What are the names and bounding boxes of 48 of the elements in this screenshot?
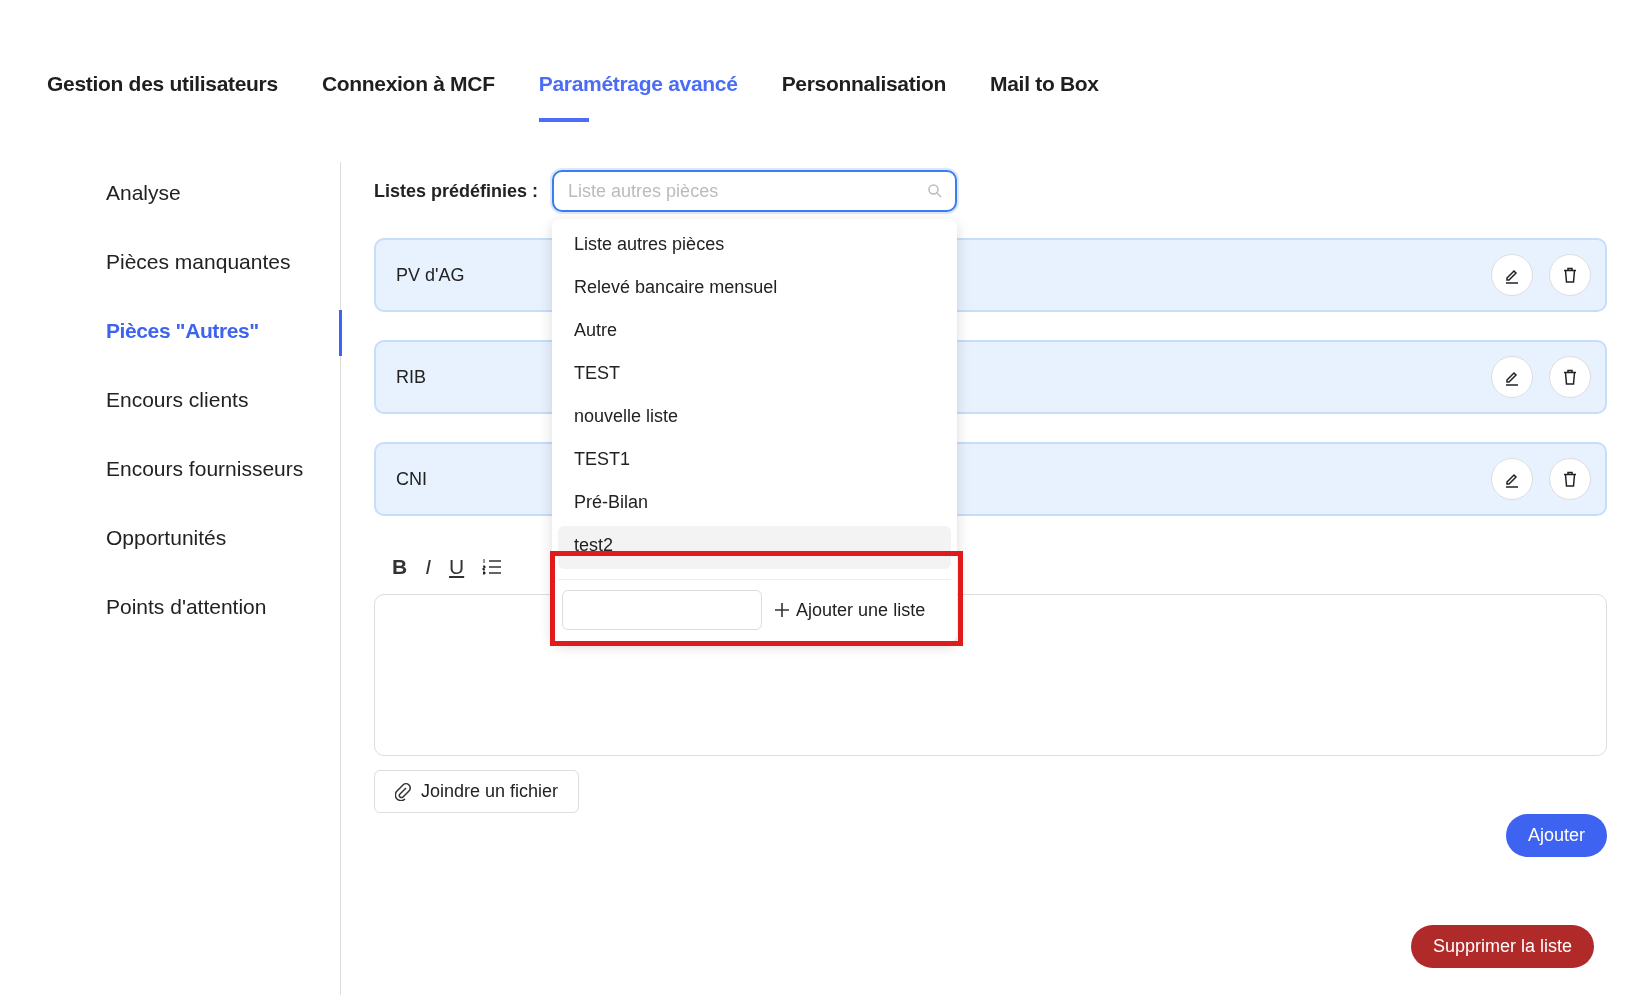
trash-icon <box>1561 266 1579 284</box>
sidebar-item[interactable]: Pièces manquantes <box>0 241 340 310</box>
dropdown-option[interactable]: Liste autres pièces <box>558 225 952 268</box>
tab[interactable]: Personnalisation <box>781 72 947 122</box>
tab[interactable]: Gestion des utilisateurs <box>47 72 278 122</box>
edit-button[interactable] <box>1491 356 1533 398</box>
trash-icon <box>1561 470 1579 488</box>
sidebar-item[interactable]: Encours fournisseurs <box>0 448 340 517</box>
paperclip-icon <box>395 782 411 801</box>
plus-icon <box>774 602 791 618</box>
item-label: PV d'AG <box>396 264 465 286</box>
active-tab-indicator <box>538 118 589 122</box>
tab[interactable]: Connexion à MCF <box>321 72 495 122</box>
search-icon <box>927 183 944 199</box>
delete-list-button[interactable]: Supprimer la liste <box>1410 925 1594 968</box>
new-list-input[interactable] <box>562 590 763 630</box>
delete-button[interactable] <box>1549 356 1591 398</box>
active-item-indicator <box>339 310 342 356</box>
format-button[interactable]: I <box>425 555 431 579</box>
sidebar-item[interactable]: Opportunités <box>0 517 340 586</box>
dropdown-option[interactable]: Autre <box>558 311 952 354</box>
sidebar-item[interactable]: Encours clients <box>0 379 340 448</box>
dropdown-option[interactable]: Pré-Bilan <box>558 483 952 526</box>
sidebar-item[interactable]: Pièces "Autres" <box>0 310 340 379</box>
format-button[interactable]: U <box>449 555 465 579</box>
dropdown-option[interactable]: nouvelle liste <box>558 397 952 440</box>
format-button[interactable]: B <box>392 555 408 579</box>
numbered-list-icon[interactable] <box>482 558 503 576</box>
item-label: CNI <box>396 468 427 490</box>
search-field[interactable]: Liste autres pièces <box>552 170 958 212</box>
edit-button[interactable] <box>1491 458 1533 500</box>
field-label: Listes prédéfinies : <box>374 180 539 202</box>
dropdown-option[interactable]: Relevé bancaire mensuel <box>558 268 952 311</box>
tab[interactable]: Paramétrage avancé <box>538 72 738 122</box>
tab[interactable]: Mail to Box <box>990 72 1099 122</box>
dropdown-option[interactable]: TEST <box>558 354 952 397</box>
add-list-button[interactable]: Ajouter une liste <box>774 599 926 621</box>
delete-button[interactable] <box>1549 254 1591 296</box>
dropdown-option[interactable]: TEST1 <box>558 440 952 483</box>
item-label: RIB <box>396 366 426 388</box>
sidebar-item[interactable]: Points d'attention <box>0 586 340 655</box>
delete-button[interactable] <box>1549 458 1591 500</box>
attach-file-button[interactable]: Joindre un fichier <box>374 770 580 813</box>
sidebar-item[interactable]: Analyse <box>0 172 340 241</box>
edit-button[interactable] <box>1491 254 1533 296</box>
add-button[interactable]: Ajouter <box>1505 814 1607 857</box>
trash-icon <box>1561 368 1579 386</box>
dropdown-option[interactable]: test2 <box>558 526 952 569</box>
